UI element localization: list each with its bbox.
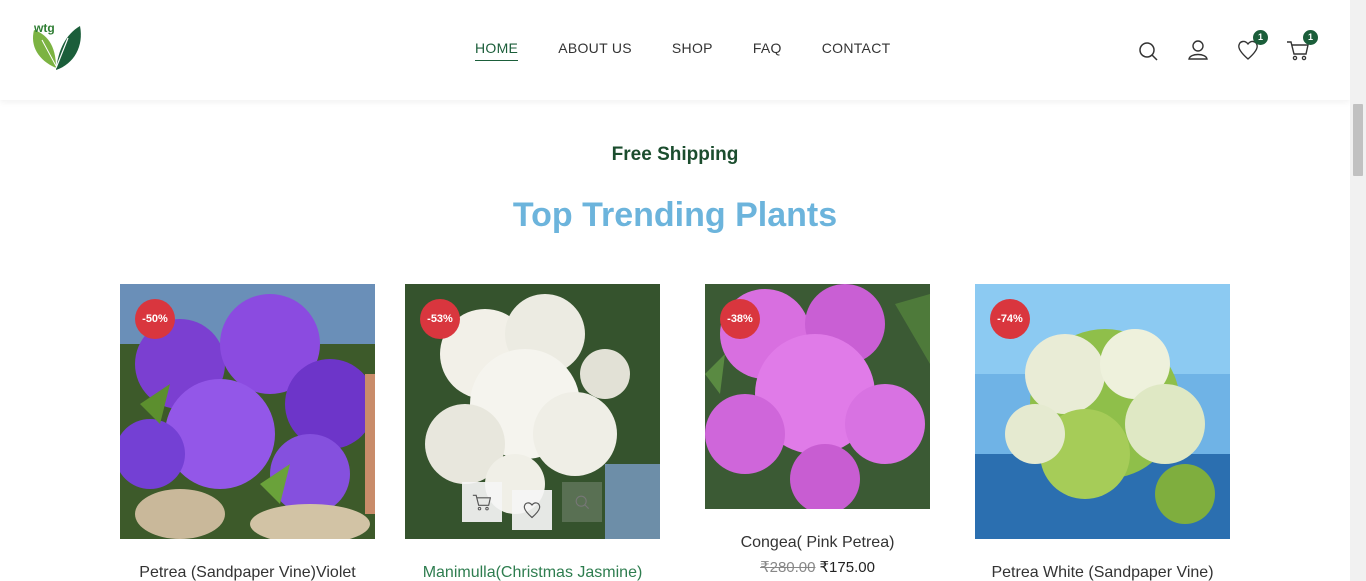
- wishlist-button[interactable]: 1: [1236, 30, 1268, 62]
- search-icon: [1139, 42, 1158, 61]
- product-price: ₹280.00 ₹175.00: [705, 558, 930, 576]
- page-scrollbar[interactable]: [1350, 0, 1366, 581]
- site-header: wtg HOME ABOUT US SHOP FAQ CONTACT 1 1: [0, 0, 1350, 100]
- product-name[interactable]: Congea( Pink Petrea): [705, 534, 930, 552]
- user-icon: [1188, 40, 1208, 60]
- free-shipping-text: Free Shipping: [611, 144, 739, 165]
- product-card[interactable]: -74% Petrea White (Sandpaper Vine): [975, 284, 1230, 581]
- discount-badge: -50%: [135, 299, 175, 339]
- add-to-wishlist-button[interactable]: [512, 490, 552, 530]
- nav-home[interactable]: HOME: [475, 40, 519, 61]
- product-image[interactable]: -53%: [405, 284, 660, 539]
- product-hover-actions: [462, 482, 602, 530]
- section-title: Top Trending Plants: [512, 196, 838, 234]
- product-card[interactable]: -38% Congea( Pink Petrea) ₹280.00 ₹175.00: [705, 284, 930, 576]
- quick-view-button[interactable]: [562, 482, 602, 522]
- cart-count-badge: 1: [1303, 30, 1318, 45]
- product-name[interactable]: Manimulla(Christmas Jasmine): [405, 564, 660, 581]
- product-card[interactable]: -53% Manimulla(Christmas Jasmine): [405, 284, 660, 581]
- product-name[interactable]: Petrea White (Sandpaper Vine): [975, 564, 1230, 581]
- search-icon: [575, 495, 590, 510]
- old-price: ₹280.00: [760, 559, 816, 576]
- discount-badge: -74%: [990, 299, 1030, 339]
- nav-contact[interactable]: CONTACT: [822, 40, 891, 61]
- nav-about-us[interactable]: ABOUT US: [558, 40, 632, 61]
- sale-price: ₹175.00: [819, 559, 875, 576]
- wishlist-count-badge: 1: [1253, 30, 1268, 45]
- nav-shop[interactable]: SHOP: [672, 40, 713, 61]
- search-button[interactable]: [1136, 38, 1160, 62]
- cart-icon: [472, 494, 492, 511]
- discount-badge: -38%: [720, 299, 760, 339]
- site-logo[interactable]: wtg: [28, 20, 84, 72]
- nav-faq[interactable]: FAQ: [753, 40, 782, 61]
- cart-button[interactable]: 1: [1286, 30, 1318, 62]
- product-image[interactable]: -74%: [975, 284, 1230, 539]
- product-name[interactable]: Petrea (Sandpaper Vine)Violet: [120, 564, 375, 581]
- add-to-cart-button[interactable]: [462, 482, 502, 522]
- product-card[interactable]: -50% Petrea (Sandpaper Vine)Violet: [120, 284, 375, 581]
- main-nav: HOME ABOUT US SHOP FAQ CONTACT: [475, 40, 890, 61]
- header-icons: 1 1: [1136, 30, 1318, 62]
- logo-text: wtg: [33, 21, 55, 35]
- account-button[interactable]: [1186, 38, 1210, 62]
- product-image[interactable]: -50%: [120, 284, 375, 539]
- product-image[interactable]: -38%: [705, 284, 930, 509]
- scrollbar-thumb[interactable]: [1353, 104, 1363, 176]
- heart-icon: [523, 502, 541, 519]
- leaf-logo-icon: wtg: [32, 21, 81, 70]
- discount-badge: -53%: [420, 299, 460, 339]
